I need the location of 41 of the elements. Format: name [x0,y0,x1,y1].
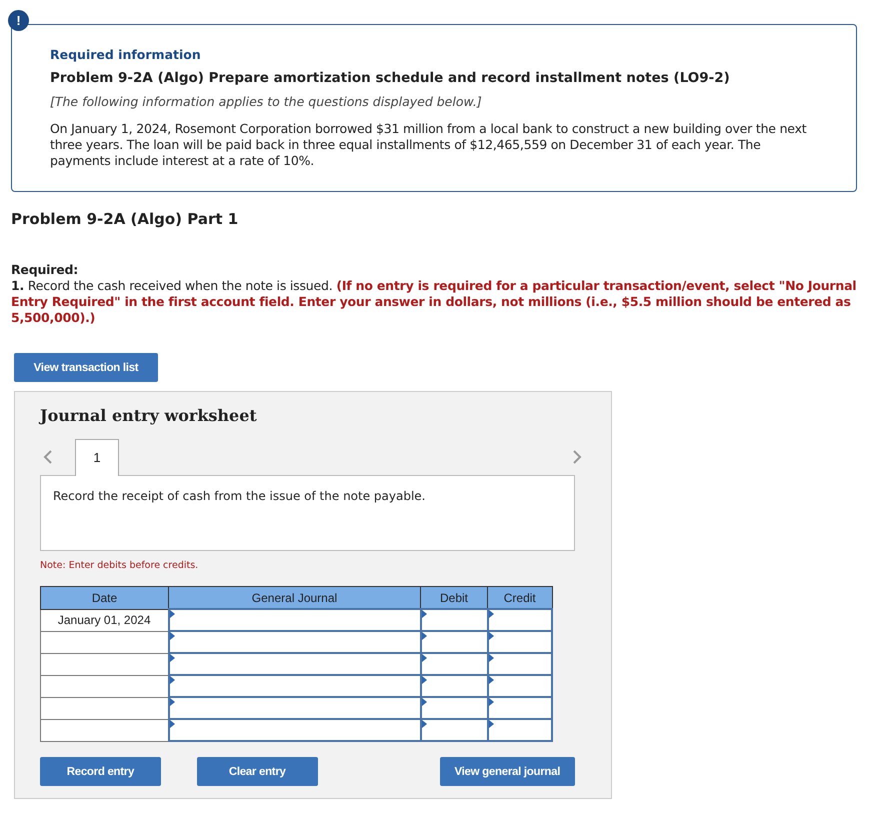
chevron-left-icon[interactable] [43,448,53,464]
view-transaction-list-button[interactable]: View transaction list [14,353,158,382]
input-field[interactable] [488,697,552,719]
entry-tab[interactable]: 1 [75,438,119,476]
input-field[interactable] [488,631,552,653]
requirement-text: 1. Record the cash received when the note is issued. (If no entry is required for a particular transaction/event, select "No Journal Entry Required" in the first account field. Enter your answer in dollars, not millions (i.e., $5.5 million should be entered as 5,500,000).) [11,278,857,326]
input-field[interactable] [168,631,420,653]
input-field[interactable] [168,719,420,741]
input-field[interactable] [420,609,488,631]
part-title: Problem 9-2A (Algo) Part 1 [11,210,240,228]
chevron-right-icon[interactable] [572,448,582,464]
action-button[interactable]: Record entry [40,757,161,786]
input-field[interactable] [420,653,488,675]
column-header: General Journal [168,586,420,609]
input-field[interactable] [488,719,552,741]
info-note: [The following information applies to the questions displayed below.] [50,94,483,109]
input-field[interactable] [420,675,488,697]
problem-text: On January 1, 2024, Rosemont Corporation borrowed $31 million from a local bank to construct a new building over the next three years. The loan will be paid back in three equal installments of $12,465,559 on December 31 of each year. The payments include interest at a rate of 10%. [50,121,808,169]
column-header: Date [40,586,168,609]
alert-icon: ! [8,10,29,31]
action-button[interactable]: Clear entry [196,757,318,786]
input-field[interactable] [168,653,420,675]
input-field[interactable] [420,631,488,653]
action-button[interactable]: View general journal [440,757,575,786]
date-cell: January 01, 2024 [40,609,168,631]
input-field[interactable] [420,719,488,741]
problem-title: Problem 9-2A (Algo) Prepare amortization schedule and record installment notes (LO9-2) [50,70,731,86]
section-label: Required information [50,47,202,62]
input-field[interactable] [168,609,420,631]
input-field[interactable] [488,609,552,631]
required-label: Required: [11,262,80,278]
input-field[interactable] [420,697,488,719]
input-field[interactable] [168,697,420,719]
input-field[interactable] [168,675,420,697]
description-text: Record the receipt of cash from the issue of the note payable. [53,489,426,503]
note-text: Note: Enter debits before credits. [40,560,200,571]
input-field[interactable] [488,653,552,675]
column-header: Debit [420,586,488,609]
column-header: Credit [488,586,552,609]
worksheet-title: Journal entry worksheet [40,406,258,425]
input-field[interactable] [488,675,552,697]
